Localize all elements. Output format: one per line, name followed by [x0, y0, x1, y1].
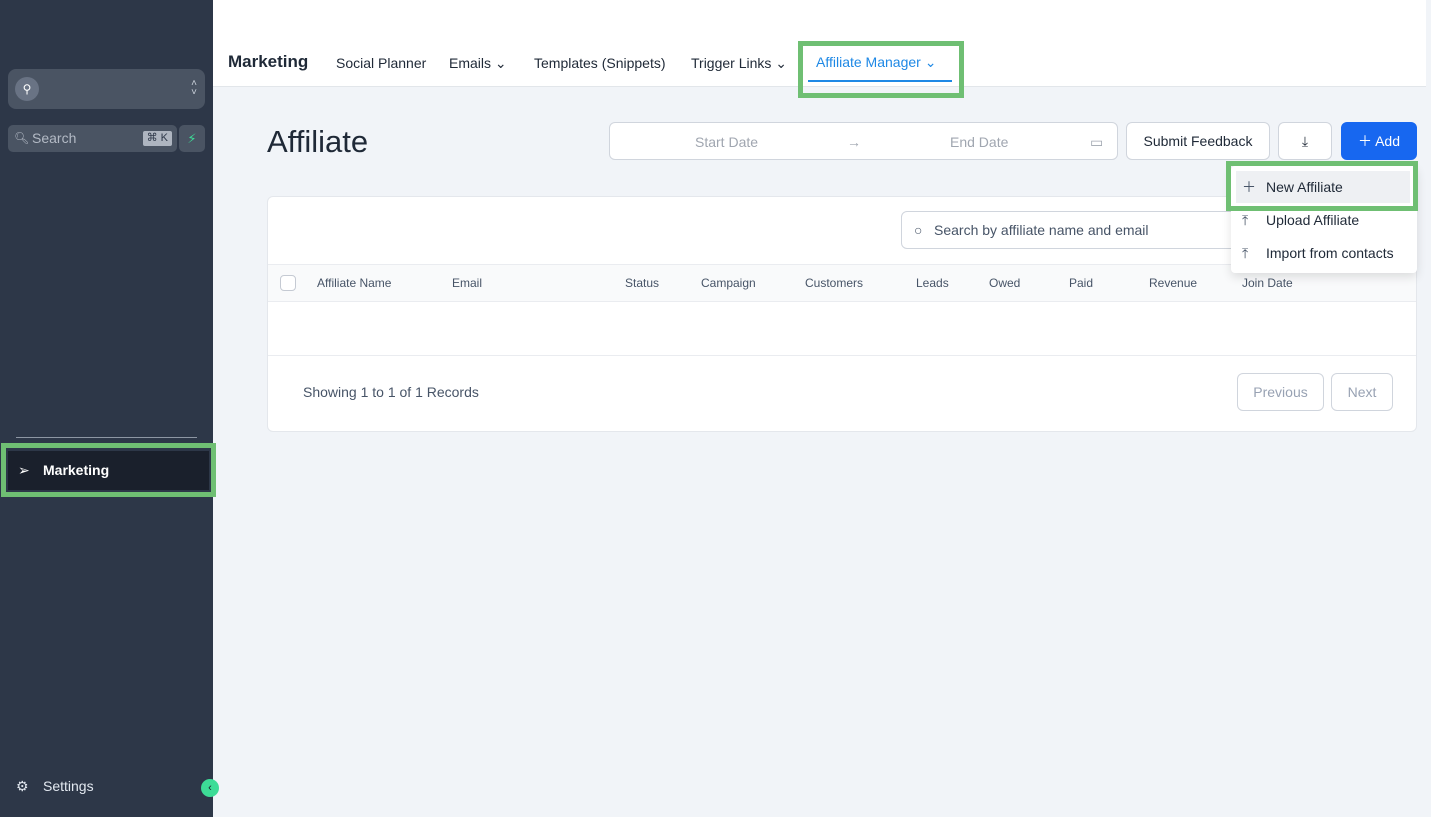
add-button[interactable]: ＋ Add: [1341, 122, 1417, 160]
chevron-down-icon: ⌄: [924, 54, 937, 70]
shortcut-badge: ⌘ K: [142, 131, 172, 146]
affiliate-search-input[interactable]: ○ Search by affiliate name and email: [901, 211, 1241, 249]
menu-item-import-contacts[interactable]: ⤒ Import from contacts: [1231, 237, 1417, 269]
sidebar-item-settings[interactable]: ⚙ Settings: [16, 776, 94, 796]
add-dropdown-menu: ＋ New Affiliate ⤒ Upload Affiliate ⤒ Import…: [1231, 166, 1417, 273]
column-header[interactable]: Paid: [1069, 276, 1093, 290]
start-date[interactable]: Start Date: [695, 134, 758, 150]
chevron-left-icon[interactable]: ‹: [201, 779, 219, 797]
column-header[interactable]: Revenue: [1149, 276, 1197, 290]
search-icon: ○: [914, 222, 923, 238]
date-range-picker[interactable]: Start Date → End Date ▭: [609, 122, 1118, 160]
menu-item-label: Import from contacts: [1266, 245, 1394, 261]
tab-trigger-links[interactable]: Trigger Links ⌄: [691, 55, 787, 72]
chevron-down-icon: ⌄: [775, 55, 788, 71]
sidebar-item-label: Marketing: [43, 462, 110, 478]
location-icon: ⚲: [15, 77, 39, 101]
sidebar: ⚲ ˄ ˅ 🔍︎ Search ⌘ K ⚡︎ ➢ Marketing ⚙ Sett…: [0, 0, 213, 817]
plus-icon: ＋: [1357, 133, 1372, 149]
search-placeholder: Search: [32, 130, 77, 146]
tab-label: Affiliate Manager: [816, 54, 921, 70]
add-label: Add: [1375, 133, 1401, 149]
lightning-icon[interactable]: ⚡︎: [179, 125, 205, 152]
upload-icon: ⤒: [1242, 212, 1249, 228]
page-title: Affiliate: [267, 124, 369, 159]
records-count: Showing 1 to 1 of 1 Records: [303, 384, 479, 400]
menu-item-upload-affiliate[interactable]: ⤒ Upload Affiliate: [1231, 204, 1417, 236]
select-all-checkbox[interactable]: [280, 275, 296, 291]
tab-label: Emails: [449, 55, 492, 71]
sidebar-item-marketing[interactable]: ➢ Marketing: [8, 451, 209, 490]
active-tab-underline: [808, 80, 952, 82]
column-header[interactable]: Owed: [989, 276, 1020, 290]
send-icon: ➢: [18, 462, 30, 478]
download-icon: ⤓: [1301, 133, 1309, 149]
sidebar-item-label: Settings: [43, 778, 94, 794]
arrow-right-icon: →: [847, 134, 861, 150]
divider: [268, 355, 1416, 356]
column-header[interactable]: Customers: [805, 276, 863, 290]
menu-item-label: Upload Affiliate: [1266, 212, 1360, 228]
end-date[interactable]: End Date: [950, 134, 1008, 150]
menu-item-new-affiliate[interactable]: ＋ New Affiliate: [1236, 171, 1410, 203]
tab-emails[interactable]: Emails ⌄: [449, 55, 507, 72]
top-nav: Marketing Social Planner Emails ⌄ Templa…: [213, 0, 1426, 87]
column-header[interactable]: Affiliate Name: [317, 276, 391, 290]
search-icon: 🔍︎: [14, 131, 30, 145]
column-header[interactable]: Leads: [916, 276, 949, 290]
chevron-down-icon: ⌄: [494, 55, 507, 71]
location-switcher[interactable]: ⚲ ˄ ˅: [8, 69, 205, 109]
tab-templates[interactable]: Templates (Snippets): [534, 55, 666, 71]
column-header[interactable]: Join Date: [1242, 276, 1293, 290]
search-placeholder: Search by affiliate name and email: [934, 222, 1149, 238]
calendar-icon: ▭: [1090, 134, 1104, 150]
menu-item-label: New Affiliate: [1266, 179, 1343, 195]
previous-button[interactable]: Previous: [1237, 373, 1324, 411]
sidebar-search[interactable]: 🔍︎ Search ⌘ K: [8, 125, 177, 152]
gear-icon: ⚙: [16, 778, 29, 794]
column-header[interactable]: Campaign: [701, 276, 756, 290]
tab-affiliate-manager[interactable]: Affiliate Manager ⌄: [816, 54, 936, 71]
upload-icon: ⤒: [1242, 245, 1249, 261]
plus-icon: ＋: [1242, 179, 1256, 195]
divider: [16, 437, 197, 438]
next-button[interactable]: Next: [1331, 373, 1393, 411]
column-header[interactable]: Email: [452, 276, 482, 290]
column-header[interactable]: Status: [625, 276, 659, 290]
nav-title: Marketing: [228, 52, 309, 71]
tab-social-planner[interactable]: Social Planner: [336, 55, 426, 71]
chevron-updown-icon: ˄ ˅: [191, 78, 197, 98]
submit-feedback-button[interactable]: Submit Feedback: [1126, 122, 1270, 160]
tab-label: Trigger Links: [691, 55, 772, 71]
download-button[interactable]: ⤓: [1278, 122, 1332, 160]
